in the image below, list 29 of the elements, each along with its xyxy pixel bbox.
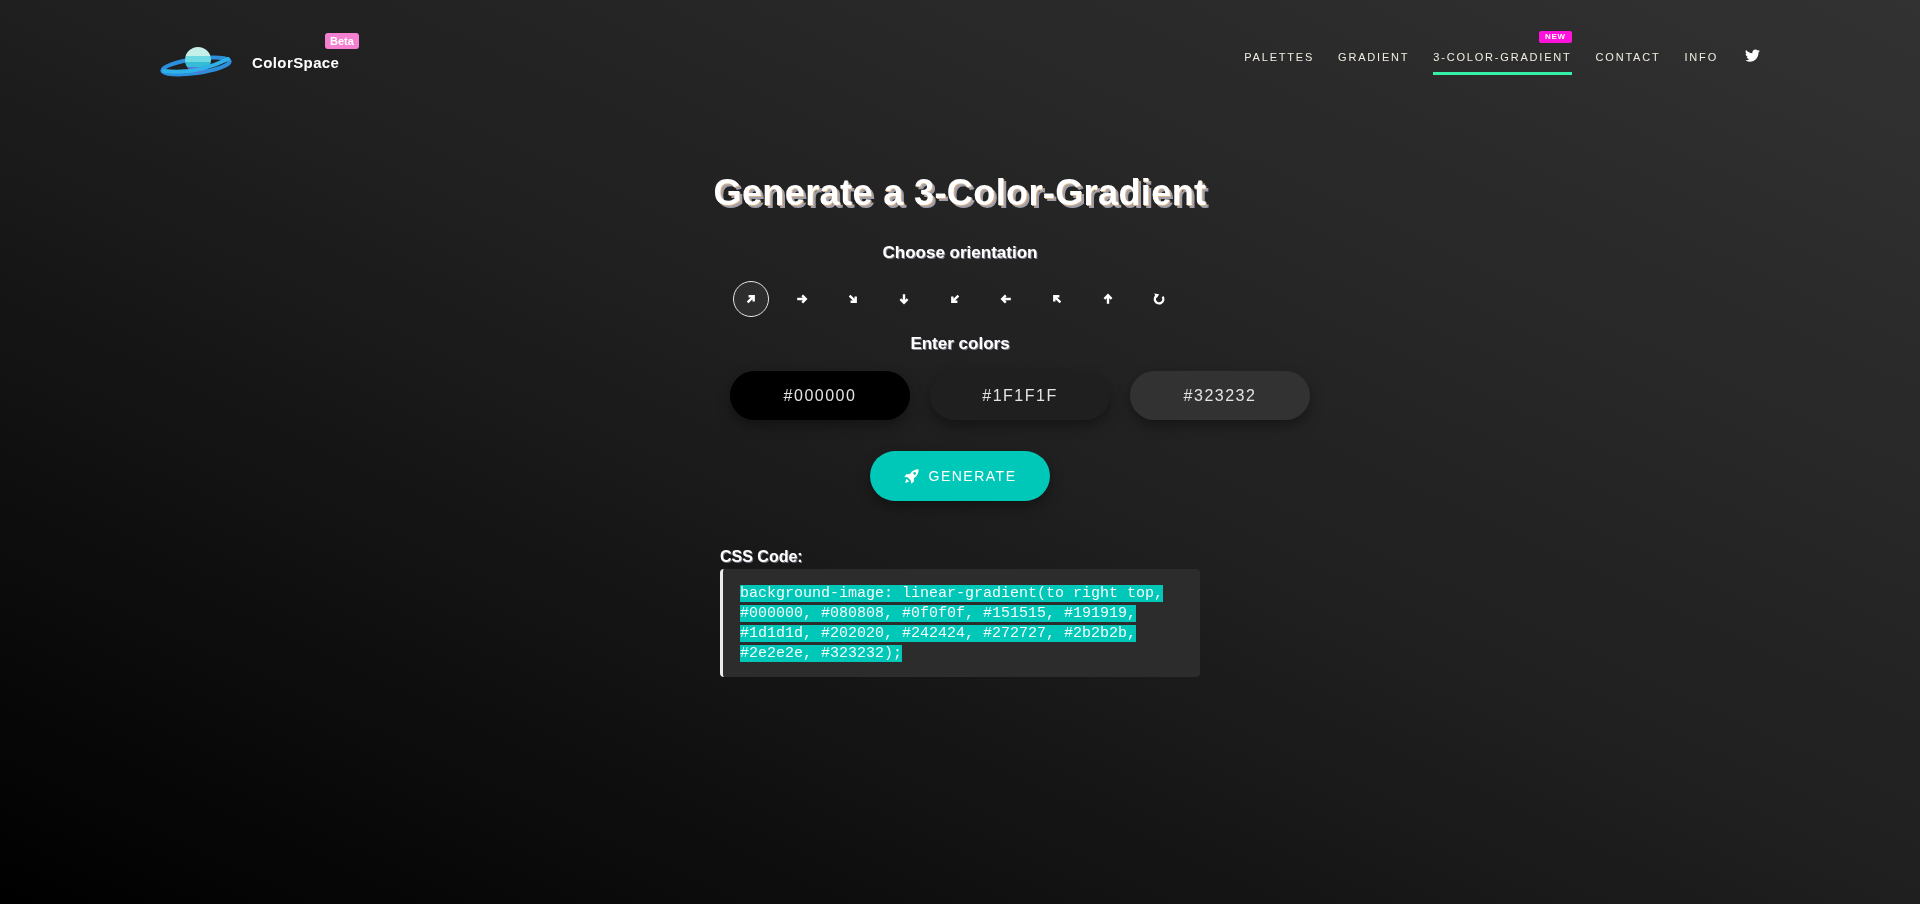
rotate-icon: [1153, 293, 1165, 305]
arrow-down-right-icon: [847, 293, 859, 305]
arrow-right-icon: [796, 293, 808, 305]
page-title: Generate a 3-Color-Gradient: [713, 171, 1207, 215]
orientation-label: Choose orientation: [882, 243, 1038, 263]
orientation-button[interactable]: [733, 281, 769, 317]
css-code-text: background-image: linear-gradient(to right top, #000000, #080808, #0f0f0f, #151515, #191919, #1d1d1d, #202020, #242424, #272727, #2b2b2b, #2e2e2e, #323232);: [740, 584, 1165, 664]
color-input[interactable]: #323232: [1130, 371, 1310, 420]
nav-link[interactable]: PALETTES: [1244, 50, 1315, 75]
arrow-left-icon: [1000, 293, 1012, 305]
brand-name[interactable]: ColorSpace: [252, 51, 340, 71]
arrow-down-left-icon: [949, 293, 961, 305]
arrow-up-icon: [1102, 293, 1114, 305]
css-code-label: CSS Code:: [720, 548, 804, 565]
arrow-down-icon: [898, 293, 910, 305]
arrow-up-left-icon: [1051, 293, 1063, 305]
new-badge: NEW: [1539, 31, 1572, 43]
nav-link[interactable]: 3-COLOR-GRADIENT: [1433, 50, 1572, 75]
colors-label: Enter colors: [910, 334, 1010, 354]
nav-link[interactable]: GRADIENT: [1338, 50, 1410, 75]
nav-link[interactable]: INFO: [1684, 50, 1718, 75]
nav-link[interactable]: CONTACT: [1595, 50, 1661, 75]
color-input[interactable]: #1F1F1F: [930, 371, 1110, 420]
rocket-icon: [903, 468, 919, 484]
planet-icon: [160, 45, 232, 77]
color-input[interactable]: #000000: [730, 371, 910, 420]
beta-badge: Beta: [325, 32, 359, 49]
arrow-up-right-icon: [745, 293, 757, 305]
bird-icon[interactable]: [1745, 49, 1760, 62]
